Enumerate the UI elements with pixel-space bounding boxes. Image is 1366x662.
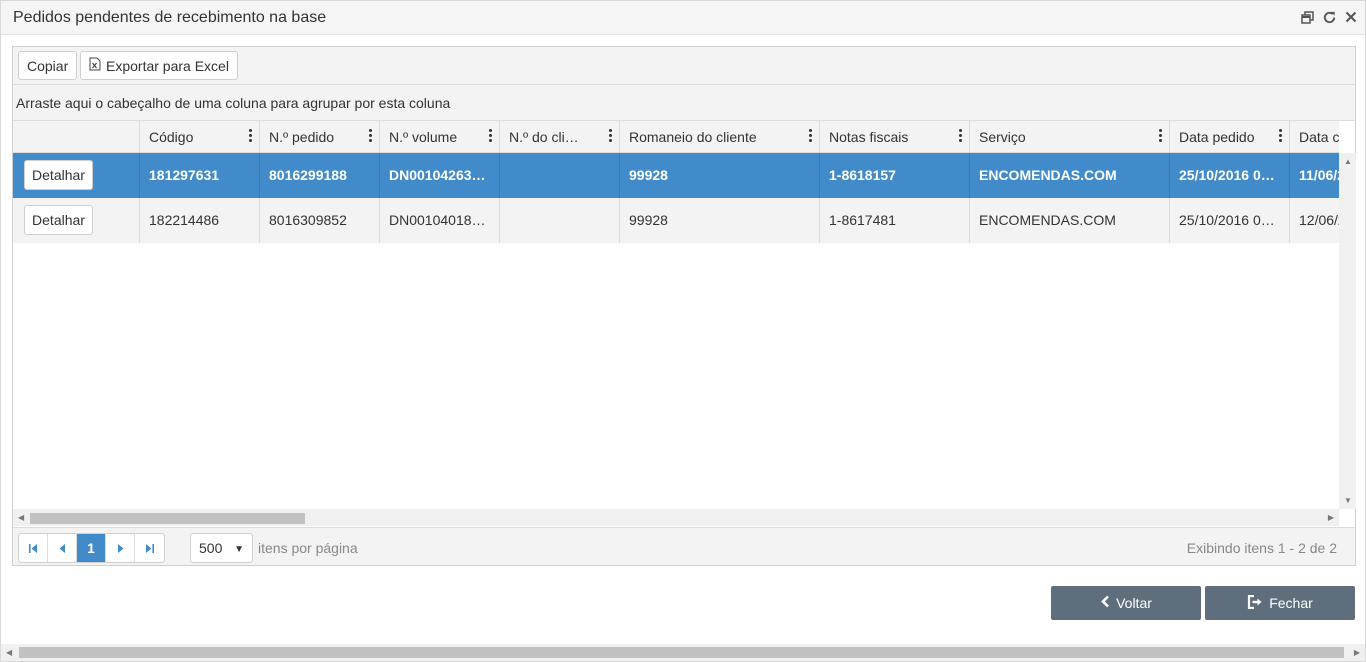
last-page-icon[interactable] <box>135 534 164 562</box>
cell-data-pedido: 25/10/2016 0… <box>1169 198 1289 243</box>
header-romaneio[interactable]: Romaneio do cliente <box>619 121 819 152</box>
horizontal-scrollbar[interactable]: ◀ ▶ <box>13 509 1339 526</box>
column-menu-icon[interactable] <box>959 129 963 142</box>
header-notas[interactable]: Notas fiscais <box>819 121 969 152</box>
window-controls <box>1299 8 1359 26</box>
copy-button[interactable]: Copiar <box>18 51 78 80</box>
refresh-icon[interactable] <box>1321 8 1337 26</box>
header-servico[interactable]: Serviço <box>969 121 1169 152</box>
first-page-icon[interactable] <box>19 534 48 562</box>
column-menu-icon[interactable] <box>249 129 253 142</box>
prev-page-icon[interactable] <box>48 534 77 562</box>
table-row[interactable]: Detalhar 182214486 8016309852 DN00104018… <box>13 198 1339 243</box>
page-size-select[interactable]: 500 ▼ <box>190 533 253 563</box>
scroll-left-icon[interactable]: ◀ <box>6 648 12 657</box>
title-bar: Pedidos pendentes de recebimento na base <box>1 1 1365 35</box>
close-icon[interactable] <box>1343 8 1359 26</box>
header-actions <box>13 121 139 152</box>
chevron-down-icon: ▼ <box>234 544 244 555</box>
cell-romaneio: 99928 <box>619 198 819 243</box>
cell-data-pedido: 25/10/2016 0… <box>1169 153 1289 198</box>
window-title: Pedidos pendentes de recebimento na base <box>13 9 327 26</box>
grid-header: Código N.º pedido N.º volume N.º do cli…… <box>13 121 1339 153</box>
cell-romaneio: 99928 <box>619 153 819 198</box>
column-menu-icon[interactable] <box>369 129 373 142</box>
page-size-value: 500 <box>199 540 223 556</box>
export-label: Exportar para Excel <box>106 57 229 74</box>
back-button[interactable]: Voltar <box>1051 586 1201 620</box>
dialog-window: Pedidos pendentes de recebimento na base… <box>0 0 1366 662</box>
scroll-left-icon[interactable]: ◀ <box>18 513 24 522</box>
scroll-right-icon[interactable]: ▶ <box>1354 648 1360 657</box>
page-horizontal-scrollbar[interactable]: ◀ ▶ <box>1 644 1365 661</box>
copy-label: Copiar <box>27 57 69 74</box>
close-dialog-button[interactable]: Fechar <box>1205 586 1355 620</box>
header-codigo[interactable]: Código <box>139 121 259 152</box>
pager-info: Exibindo itens 1 - 2 de 2 <box>1186 540 1337 556</box>
scroll-up-icon[interactable]: ▲ <box>1344 157 1352 166</box>
export-excel-button[interactable]: Exportar para Excel <box>80 51 238 80</box>
cell-cliente <box>499 198 619 243</box>
row-action-cell: Detalhar <box>13 153 139 198</box>
chevron-left-icon <box>1100 595 1110 611</box>
header-data-c[interactable]: Data c <box>1289 121 1339 152</box>
close-label: Fechar <box>1269 595 1313 611</box>
page-size-label: itens por página <box>258 540 358 556</box>
cell-cliente <box>499 153 619 198</box>
row-action-cell: Detalhar <box>13 198 139 243</box>
column-menu-icon[interactable] <box>1159 129 1163 142</box>
column-menu-icon[interactable] <box>609 129 613 142</box>
cell-volume: DN00104018… <box>379 198 499 243</box>
next-page-icon[interactable] <box>106 534 135 562</box>
header-volume[interactable]: N.º volume <box>379 121 499 152</box>
cell-pedido: 8016309852 <box>259 198 379 243</box>
column-menu-icon[interactable] <box>1279 129 1283 142</box>
page-scroll-thumb[interactable] <box>19 647 1344 658</box>
header-pedido[interactable]: N.º pedido <box>259 121 379 152</box>
cell-data-c: 11/06/2 <box>1289 153 1339 198</box>
grid-toolbar: Copiar Exportar para Excel <box>13 47 1355 85</box>
column-menu-icon[interactable] <box>489 129 493 142</box>
vertical-scrollbar[interactable]: ▲ ▼ <box>1339 153 1356 509</box>
header-data-pedido[interactable]: Data pedido <box>1169 121 1289 152</box>
cell-pedido: 8016299188 <box>259 153 379 198</box>
cell-volume: DN00104263… <box>379 153 499 198</box>
grid-body: Detalhar 181297631 8016299188 DN00104263… <box>13 153 1339 509</box>
excel-file-icon <box>89 57 101 74</box>
cell-servico: ENCOMENDAS.COM <box>969 153 1169 198</box>
detail-button[interactable]: Detalhar <box>24 160 93 190</box>
column-menu-icon[interactable] <box>809 129 813 142</box>
page-number-button[interactable]: 1 <box>77 534 106 562</box>
scroll-right-icon[interactable]: ▶ <box>1328 513 1334 522</box>
cell-data-c: 12/06/2 <box>1289 198 1339 243</box>
restore-icon[interactable] <box>1299 8 1315 26</box>
orders-grid: Copiar Exportar para Excel Arraste aqui … <box>12 46 1356 566</box>
cell-codigo: 182214486 <box>139 198 259 243</box>
table-row[interactable]: Detalhar 181297631 8016299188 DN00104263… <box>13 153 1339 198</box>
horizontal-scroll-thumb[interactable] <box>30 513 305 524</box>
back-label: Voltar <box>1116 595 1152 611</box>
header-cliente[interactable]: N.º do cli… <box>499 121 619 152</box>
cell-notas: 1-8617481 <box>819 198 969 243</box>
cell-servico: ENCOMENDAS.COM <box>969 198 1169 243</box>
detail-button[interactable]: Detalhar <box>24 205 93 235</box>
scroll-down-icon[interactable]: ▼ <box>1344 496 1352 505</box>
sign-out-icon <box>1247 594 1263 612</box>
cell-codigo: 181297631 <box>139 153 259 198</box>
pager: 1 500 ▼ itens por página Exibindo itens … <box>13 527 1355 565</box>
grouping-hint: Arraste aqui o cabeçalho de uma coluna p… <box>16 95 451 111</box>
cell-notas: 1-8618157 <box>819 153 969 198</box>
pager-buttons: 1 <box>18 533 165 563</box>
grouping-drop-area[interactable]: Arraste aqui o cabeçalho de uma coluna p… <box>13 85 1355 121</box>
